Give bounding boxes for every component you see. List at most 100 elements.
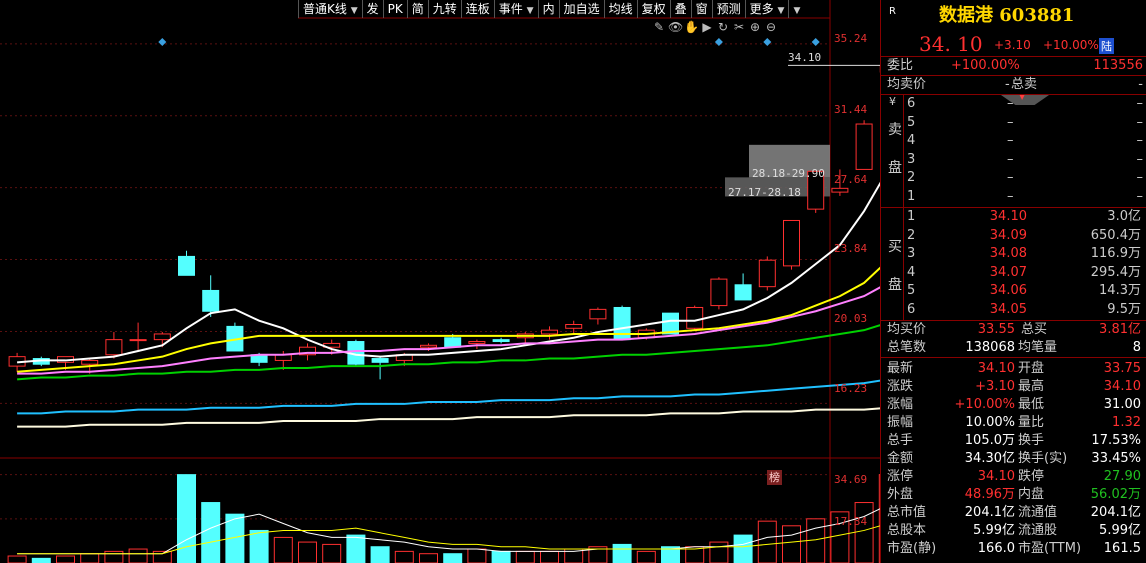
eye-icon[interactable]: 👁 bbox=[668, 20, 683, 34]
candle-body bbox=[710, 278, 728, 307]
stat-label: 金额 bbox=[887, 451, 914, 466]
sell-level-row[interactable]: 5– – bbox=[881, 114, 1146, 133]
dragon-tiger-list-badge[interactable]: 榜 bbox=[767, 470, 782, 485]
volume-bar bbox=[491, 550, 511, 563]
refresh-icon[interactable]: ↻ bbox=[716, 20, 730, 34]
pen-icon[interactable]: ✎ bbox=[652, 20, 666, 34]
candle-body bbox=[541, 329, 558, 335]
volume-tick-label: 34.69 bbox=[834, 473, 868, 486]
stat-value: 204.1亿 bbox=[1090, 505, 1141, 520]
stat-label: 开盘 bbox=[1018, 361, 1045, 376]
volume-bar bbox=[104, 550, 124, 563]
stat-value: 34.30亿 bbox=[964, 451, 1015, 466]
stock-title[interactable]: 数据港 603881 bbox=[939, 1, 1074, 27]
event-marker-icon bbox=[714, 38, 723, 46]
toolbar-more[interactable]: 更多 ▼ bbox=[744, 0, 789, 18]
sell-level-row[interactable]: 4– – bbox=[881, 132, 1146, 151]
weibi-row: 委比 +100.00% 113556 bbox=[881, 57, 1146, 76]
toolbar-window[interactable]: 窗 bbox=[690, 0, 712, 18]
avg-buy-row: 均买价 33.55 总买 3.81亿 bbox=[887, 322, 1141, 337]
stat-label: 涨跌 bbox=[887, 379, 914, 394]
zoom-out-icon[interactable]: ⊖ bbox=[764, 20, 778, 34]
toolbar-overlay[interactable]: 叠 bbox=[669, 0, 691, 18]
toolbar-jiuzhuan[interactable]: 九转 bbox=[427, 0, 461, 18]
event-marker-icon bbox=[158, 38, 167, 46]
sell-level-row[interactable]: 6– – bbox=[881, 95, 1146, 114]
stat-value: 34.10 bbox=[1103, 379, 1141, 394]
stat-label: 最高 bbox=[1018, 379, 1045, 394]
stat-value: 204.1亿 bbox=[964, 505, 1015, 520]
candle-body bbox=[202, 289, 220, 312]
volume-bar bbox=[443, 553, 463, 563]
sell-level-row[interactable]: 3– – bbox=[881, 151, 1146, 170]
stat-label: 总市值 bbox=[887, 505, 927, 520]
toolbar-adjust[interactable]: 复权 bbox=[636, 0, 670, 18]
candle-body bbox=[783, 219, 800, 267]
volume-bar bbox=[540, 550, 559, 563]
volume-bar bbox=[636, 550, 656, 563]
buy-level-row[interactable]: 3 34.08 116.9万 bbox=[881, 245, 1146, 264]
stat-value: 31.00 bbox=[1103, 397, 1141, 412]
volume-bar bbox=[249, 529, 269, 563]
stat-value: +3.10 bbox=[975, 379, 1015, 394]
kline-chart-area[interactable]: 普通K线 ▼ 发 PK 简 九转 连板 事件 ▼ 内 加自选 均线 复权 叠 窗… bbox=[0, 0, 880, 563]
stat-label: 市盈(静) bbox=[887, 541, 937, 556]
volume-bar bbox=[128, 548, 148, 563]
stat-label: 总股本 bbox=[887, 523, 927, 538]
stat-value: 33.45% bbox=[1091, 451, 1141, 466]
candle-body bbox=[758, 259, 776, 288]
sell-level-row[interactable]: 2– – bbox=[881, 169, 1146, 188]
buy-order-book: 买 盘 1 34.10 3.0亿 2 34.09 650.4万 3 34.08 116.9万… bbox=[881, 208, 1146, 321]
toolbar-nei[interactable]: 内 bbox=[537, 0, 559, 18]
stat-label: 最低 bbox=[1018, 397, 1045, 412]
toolbar-jian[interactable]: 简 bbox=[406, 0, 428, 18]
stat-value: 5.99亿 bbox=[1099, 523, 1141, 538]
stat-value: 166.0 bbox=[977, 541, 1015, 556]
candle-body bbox=[734, 284, 752, 301]
buy-level-row[interactable]: 2 34.09 650.4万 bbox=[881, 227, 1146, 246]
zoom-in-icon[interactable]: ⊕ bbox=[748, 20, 762, 34]
candle-body bbox=[371, 358, 389, 363]
kline-chart[interactable] bbox=[0, 0, 880, 563]
hand-icon[interactable]: ✋ bbox=[684, 20, 699, 34]
stat-label: 流通股 bbox=[1018, 523, 1058, 538]
volume-bar bbox=[177, 474, 196, 563]
chart-toolbar: 普通K线 ▼ 发 PK 简 九转 连板 事件 ▼ 内 加自选 均线 复权 叠 窗… bbox=[298, 0, 804, 18]
avg-sell-row: 均卖价 - 总卖 - bbox=[881, 76, 1146, 95]
toolbar-kline-type[interactable]: 普通K线 ▼ bbox=[298, 0, 362, 18]
quote-header: R 数据港 603881 bbox=[881, 0, 1146, 28]
volume-bar bbox=[854, 502, 874, 563]
buy-level-row[interactable]: 4 34.07 295.4万 bbox=[881, 264, 1146, 283]
toolbar-fa[interactable]: 发 bbox=[361, 0, 383, 18]
volume-bar bbox=[467, 548, 487, 563]
volume-bar bbox=[394, 550, 414, 563]
price-tick-label: 23.84 bbox=[834, 242, 868, 255]
volume-bar bbox=[298, 541, 317, 563]
total-sell-label: 总卖 bbox=[1011, 77, 1038, 92]
toolbar-pk[interactable]: PK bbox=[382, 0, 407, 18]
price-tick-label: 31.44 bbox=[834, 103, 868, 116]
toolbar-events[interactable]: 事件 ▼ bbox=[493, 0, 538, 18]
volume-bar bbox=[201, 502, 221, 563]
weibi-label: 委比 bbox=[887, 58, 914, 73]
candle-body bbox=[589, 308, 607, 320]
volume-bar bbox=[80, 553, 100, 563]
toolbar-lianban[interactable]: 连板 bbox=[460, 0, 494, 18]
sell-level-row[interactable]: 1– – bbox=[881, 188, 1146, 207]
volume-bar bbox=[56, 555, 75, 563]
buy-level-row[interactable]: 1 34.10 3.0亿 bbox=[881, 208, 1146, 227]
stat-value: +10.00% bbox=[954, 397, 1015, 412]
avg-sell-value: - bbox=[1005, 77, 1010, 92]
buy-level-row[interactable]: 6 34.05 9.5万 bbox=[881, 301, 1146, 320]
play-icon[interactable]: ▶ bbox=[700, 20, 714, 34]
toolbar-forecast[interactable]: 预测 bbox=[711, 0, 745, 18]
stat-label: 跌停 bbox=[1018, 469, 1045, 484]
toolbar-collapse[interactable]: ▼ bbox=[788, 0, 804, 18]
buy-level-row[interactable]: 5 34.06 14.3万 bbox=[881, 282, 1146, 301]
sell-order-book: ¥ 卖 盘 ▼ 6– – 5– – 4– – 3– – 2– – 1– – bbox=[881, 95, 1146, 208]
toolbar-add-watchlist[interactable]: 加自选 bbox=[558, 0, 604, 18]
volume-bar bbox=[757, 520, 777, 563]
volume-bar bbox=[515, 550, 535, 563]
scissors-icon[interactable]: ✂ bbox=[732, 20, 746, 34]
toolbar-ma[interactable]: 均线 bbox=[603, 0, 637, 18]
